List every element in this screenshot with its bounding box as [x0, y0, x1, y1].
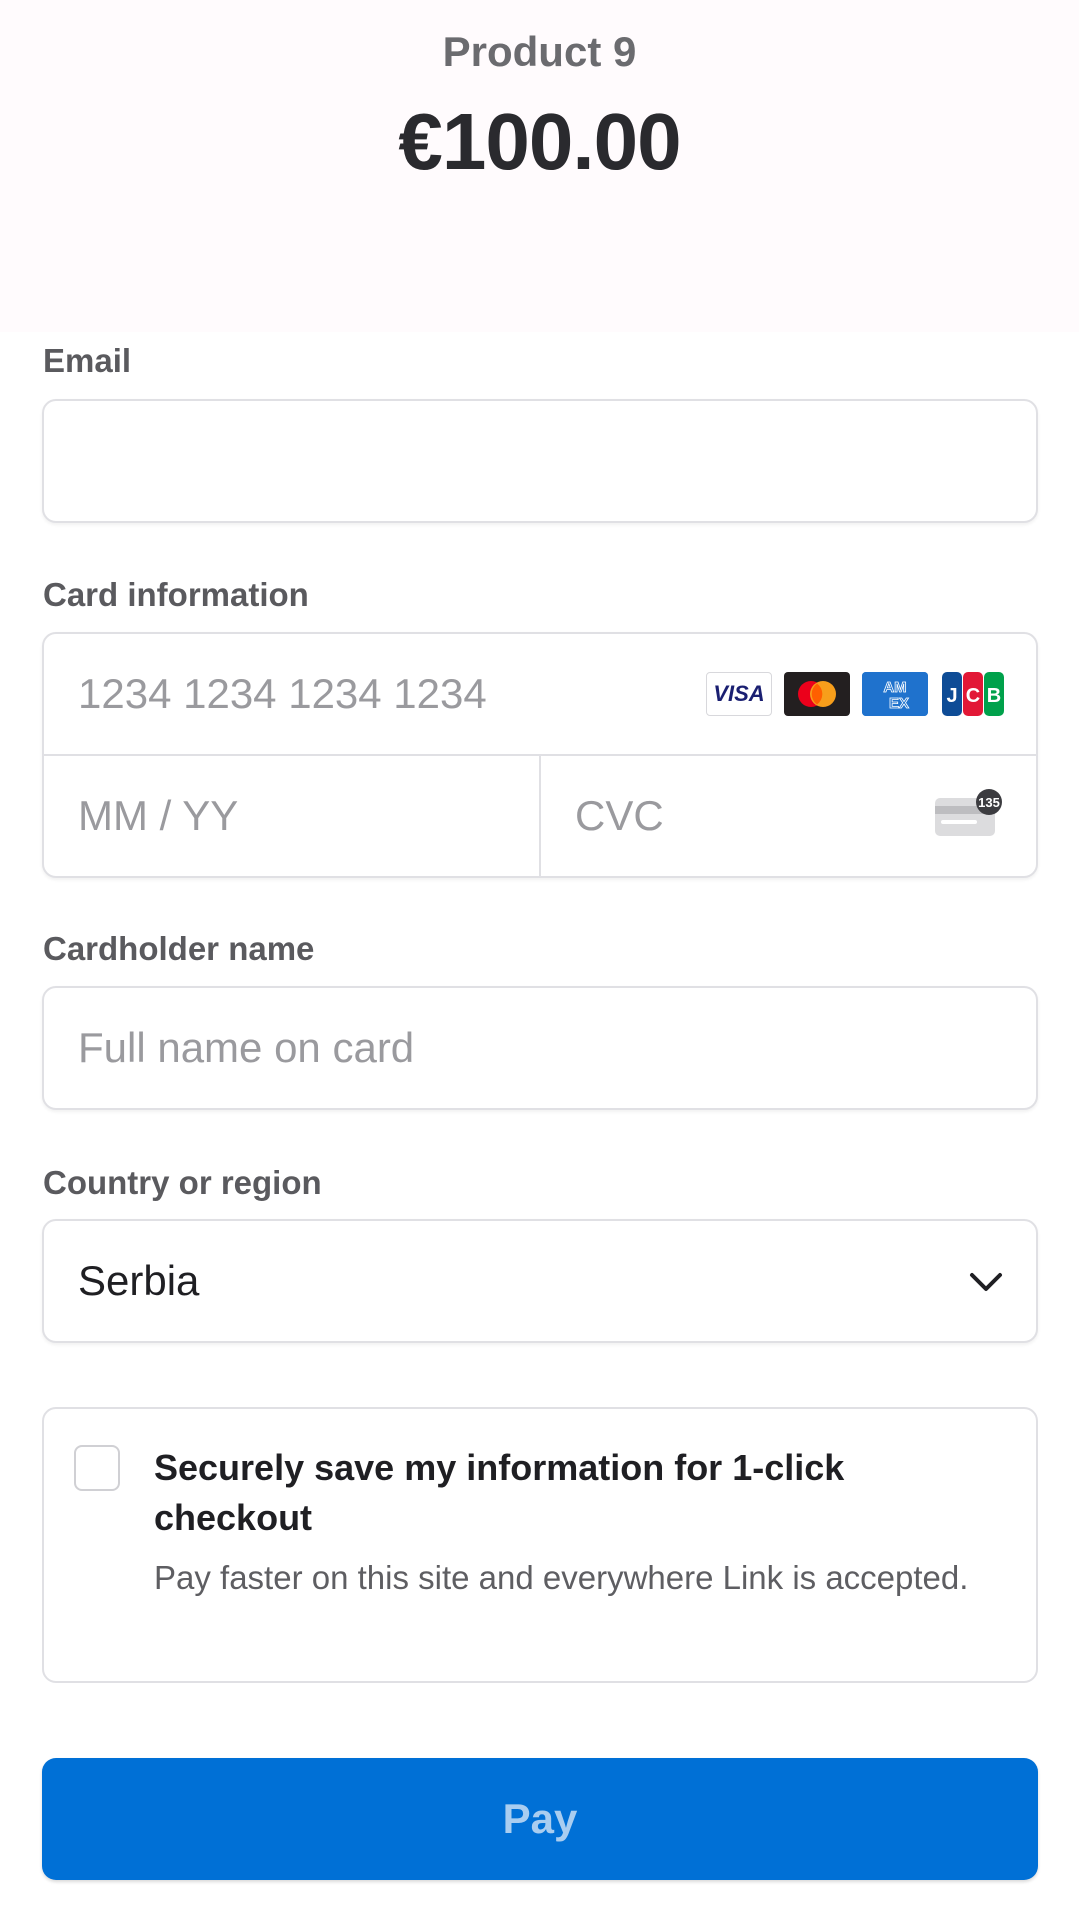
country-selected-value: Serbia [78, 1257, 200, 1304]
card-information-group: 1234 1234 1234 1234 VISA AM EX J C B MM … [42, 632, 1038, 878]
svg-text:C: C [966, 685, 980, 707]
expiry-input[interactable]: MM / YY [44, 756, 539, 878]
svg-text:B: B [987, 685, 1001, 707]
email-field[interactable] [42, 399, 1038, 523]
save-info-description: Pay faster on this site and everywhere L… [154, 1559, 969, 1596]
pay-button[interactable]: Pay [42, 1758, 1038, 1880]
save-info-title: Securely save my information for 1-click… [154, 1447, 845, 1538]
product-summary-header: Product 9 €100.00 [0, 0, 1079, 332]
card-number-placeholder: 1234 1234 1234 1234 [78, 670, 487, 717]
amex-icon: AM EX [862, 672, 928, 716]
card-information-label: Card information [43, 576, 309, 613]
cvc-icon-digits: 135 [978, 795, 1000, 810]
country-select[interactable]: Serbia [42, 1219, 1038, 1343]
amex-logo-icon: AM EX [862, 672, 928, 716]
svg-text:J: J [946, 685, 957, 707]
product-name: Product 9 [442, 28, 637, 75]
expiry-placeholder: MM / YY [78, 792, 239, 839]
cvc-input[interactable]: CVC 135 [541, 756, 1038, 878]
cardholder-name-label: Cardholder name [43, 930, 315, 967]
pay-button-label: Pay [502, 1795, 578, 1842]
mastercard-circles-icon [798, 681, 836, 707]
cardholder-name-field[interactable]: Full name on card [42, 986, 1038, 1110]
mastercard-icon [784, 672, 850, 716]
chevron-down-icon [970, 1273, 1002, 1291]
save-info-panel: Securely save my information for 1-click… [42, 1407, 1038, 1683]
cvc-card-icon: 135 [935, 789, 1002, 836]
svg-text:EX: EX [889, 695, 909, 712]
cardholder-name-placeholder: Full name on card [78, 1024, 415, 1071]
country-label: Country or region [43, 1164, 322, 1201]
cvc-placeholder: CVC [575, 792, 664, 839]
visa-icon-text: VISA [713, 681, 765, 706]
product-price: €100.00 [398, 97, 681, 186]
email-label: Email [43, 342, 132, 379]
svg-text:AM: AM [883, 679, 906, 696]
card-number-input[interactable]: 1234 1234 1234 1234 VISA AM EX J C B [44, 634, 1036, 754]
jcb-icon: J C B [940, 672, 1006, 716]
jcb-logo-icon: J C B [942, 672, 1004, 716]
visa-icon: VISA [706, 672, 772, 716]
save-info-checkbox[interactable] [74, 1445, 120, 1491]
